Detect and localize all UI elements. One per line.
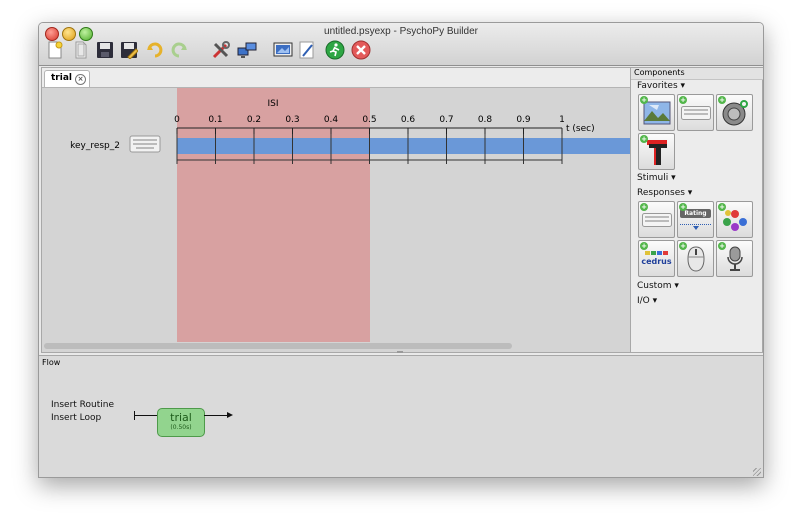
tab-trial[interactable]: trial × — [44, 70, 90, 87]
add-icon: + — [640, 203, 648, 211]
add-icon: + — [718, 203, 726, 211]
run-button[interactable] — [325, 40, 345, 60]
title-bar: untitled.psyexp - PsychoPy Builder — [39, 23, 763, 66]
custom-section[interactable]: Custom ▾ — [637, 281, 679, 291]
new-file-button[interactable] — [45, 40, 65, 60]
settings-screen-icon — [273, 42, 293, 57]
undo-icon — [147, 42, 163, 58]
keyboard-response-button[interactable]: + — [638, 201, 675, 238]
flow-routine-name: trial — [170, 411, 192, 424]
add-icon: + — [679, 96, 687, 104]
open-button[interactable] — [71, 40, 91, 60]
keyboard-component-icon — [641, 212, 672, 227]
flow-end-arrow-icon — [227, 412, 233, 418]
horizontal-scrollbar[interactable] — [44, 343, 512, 349]
favorites-section[interactable]: Favorites ▾ — [637, 81, 685, 91]
add-icon: + — [718, 242, 726, 250]
stimuli-section[interactable]: Stimuli ▾ — [637, 173, 676, 183]
rating-component-button[interactable]: + Rating — [677, 201, 714, 238]
microphone-component-icon — [726, 246, 743, 271]
isi-region[interactable] — [177, 88, 370, 342]
panel-splitter[interactable] — [397, 351, 403, 353]
monitor-center-button[interactable] — [237, 40, 257, 60]
add-icon: + — [679, 203, 687, 211]
add-icon: + — [640, 96, 648, 104]
microphone-component-button[interactable]: + — [716, 240, 753, 277]
time-tick-label: 0.5 — [362, 115, 376, 125]
rating-component-icon: Rating — [680, 209, 711, 230]
responses-section[interactable]: Responses ▾ — [637, 188, 692, 198]
new-document-icon — [48, 41, 63, 59]
run-icon — [325, 40, 345, 60]
stop-button[interactable] — [351, 40, 371, 60]
undo-button[interactable] — [145, 40, 165, 60]
timeline-canvas: ISI 0 0.1 0.2 0.3 0.4 0.5 0.6 0.7 0.8 0.9 1t (sec)… — [70, 88, 630, 342]
time-axis-unit-label: t (sec) — [566, 124, 595, 134]
tab-label: trial — [51, 73, 72, 83]
resize-grip-icon[interactable] — [753, 468, 761, 476]
patch-component-button[interactable]: + — [716, 201, 753, 238]
compile-icon — [299, 41, 314, 59]
window-title: untitled.psyexp - PsychoPy Builder — [324, 26, 478, 37]
monitor-icon — [237, 42, 257, 58]
experiment-settings-button[interactable] — [273, 40, 293, 60]
compile-script-button[interactable] — [297, 40, 317, 60]
time-tick-label: 0.2 — [247, 115, 261, 125]
insert-loop-button[interactable]: Insert Loop — [51, 413, 101, 423]
keyboard-icon[interactable] — [129, 135, 161, 153]
time-tick-label: 0.4 — [324, 115, 339, 125]
color-dots-icon — [722, 209, 747, 231]
isi-label: ISI — [267, 99, 278, 109]
add-icon: + — [640, 242, 648, 250]
time-tick-label: 0.8 — [478, 115, 493, 125]
flow-line-right — [204, 415, 228, 416]
time-tick-label: 0.3 — [285, 115, 299, 125]
close-tab-icon[interactable]: × — [75, 74, 86, 85]
add-icon: + — [718, 96, 726, 104]
stop-icon — [351, 40, 371, 60]
components-header: Components — [631, 68, 763, 80]
save-as-icon — [121, 42, 138, 59]
text-component-button[interactable]: + — [638, 133, 675, 170]
redo-button[interactable] — [169, 40, 189, 60]
flow-routine-trial[interactable]: trial (0.50s) — [157, 408, 205, 437]
component-name-key-resp-2[interactable]: key_resp_2 — [70, 141, 120, 151]
tools-icon — [212, 41, 230, 59]
save-as-button[interactable] — [119, 40, 139, 60]
cedrus-component-icon: cedrus — [641, 251, 672, 266]
keyboard-component-icon — [680, 105, 711, 120]
preferences-button[interactable] — [211, 40, 231, 60]
mouse-component-icon — [686, 245, 705, 272]
save-icon — [97, 42, 113, 58]
flow-label: Flow — [42, 358, 61, 367]
add-icon: + — [679, 242, 687, 250]
insert-routine-button[interactable]: Insert Routine — [51, 400, 114, 410]
save-button[interactable] — [95, 40, 115, 60]
sound-component-button[interactable]: + — [716, 94, 753, 131]
open-icon — [75, 41, 87, 59]
components-panel: Components Favorites ▾ + + + + Stimuli ▾… — [630, 67, 763, 353]
time-tick-label: 0.7 — [439, 115, 453, 125]
io-section[interactable]: I/O ▾ — [637, 296, 657, 306]
routine-editor-panel: trial × ISI 0 0.1 0.2 0.3 0.4 0.5 0.6 0.7 0.8 0.9… — [41, 67, 631, 353]
time-tick-label: 0.9 — [516, 115, 531, 125]
image-component-icon — [643, 101, 670, 124]
time-tick-label: 0.6 — [401, 115, 416, 125]
routine-tab-bar: trial × — [42, 68, 630, 88]
add-icon: + — [640, 135, 648, 143]
flow-line-left — [134, 415, 157, 416]
cedrus-component-button[interactable]: + cedrus — [638, 240, 675, 277]
flow-panel: Flow Insert Routine Insert Loop trial (0… — [39, 355, 763, 477]
time-tick-label: 1 — [559, 115, 565, 125]
time-tick-label: 0.1 — [208, 115, 222, 125]
app-window: untitled.psyexp - PsychoPy Builder trial… — [38, 22, 764, 478]
time-tick-label: 0 — [174, 115, 180, 125]
routine-timeline: ISI 0 0.1 0.2 0.3 0.4 0.5 0.6 0.7 0.8 0.9 1 t (sec)… — [42, 88, 630, 342]
image-component-button[interactable]: + — [638, 94, 675, 131]
keyboard-component-button[interactable]: + — [677, 94, 714, 131]
redo-icon — [171, 42, 187, 58]
flow-routine-duration: (0.50s) — [170, 424, 192, 431]
mouse-component-button[interactable]: + — [677, 240, 714, 277]
